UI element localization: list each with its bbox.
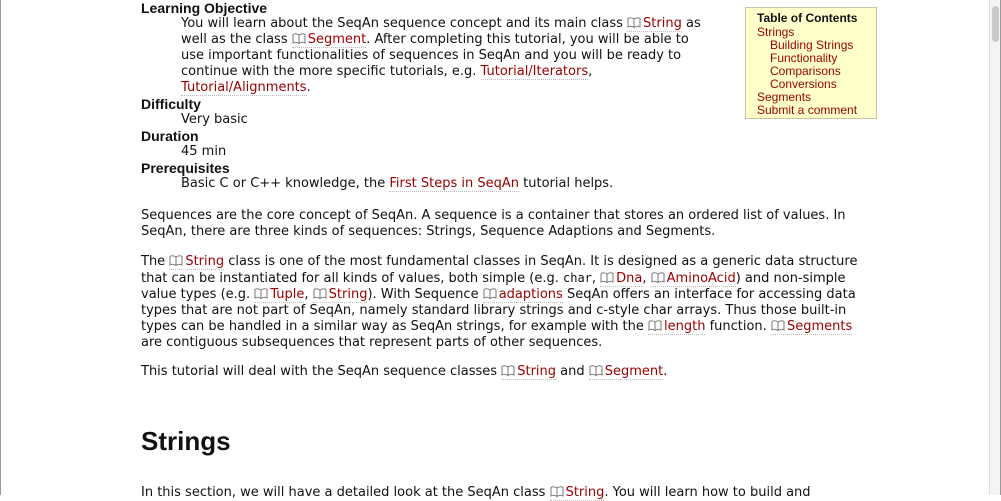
text: . You will learn how to build and — [604, 485, 811, 500]
tuple-link[interactable]: Tuple — [254, 287, 305, 303]
book-icon — [648, 320, 662, 331]
link-text: String — [565, 485, 605, 500]
book-icon — [627, 17, 641, 28]
prerequisites-label: Prerequisites — [141, 160, 230, 176]
string-link[interactable]: String — [627, 16, 682, 32]
sequences-paragraph: Sequences are the core concept of SeqAn.… — [141, 208, 846, 239]
book-icon — [771, 320, 785, 331]
segment-link[interactable]: Segment — [291, 32, 367, 48]
objective-text: You will learn about the SeqAn sequence … — [181, 16, 711, 96]
book-icon — [600, 272, 614, 283]
duration-value: 45 min — [181, 144, 227, 159]
book-icon — [313, 288, 327, 299]
vertical-scrollbar[interactable] — [989, 0, 1000, 495]
strings-heading: Strings — [141, 426, 231, 456]
text: tutorial helps. — [519, 176, 614, 191]
text: . — [306, 80, 311, 95]
segment-link[interactable]: Segment — [588, 364, 664, 380]
text: This tutorial will deal with the SeqAn s… — [141, 364, 502, 379]
text: Basic C or C++ knowledge, the — [181, 176, 390, 191]
first-steps-link[interactable]: First Steps in SeqAn — [389, 176, 520, 192]
link-text: adaptions — [498, 287, 563, 302]
link-text: Segments — [786, 319, 853, 334]
text: function. — [705, 319, 771, 334]
text: The — [141, 254, 170, 269]
segments-link[interactable]: Segments — [770, 319, 853, 335]
text: ). With Sequence — [367, 287, 483, 302]
string-link[interactable]: String — [169, 254, 225, 270]
tutorial-scope-paragraph: This tutorial will deal with the SeqAn s… — [141, 364, 873, 380]
scrollbar-thumb[interactable] — [992, 6, 999, 42]
duration-label: Duration — [141, 128, 199, 144]
prerequisites-text: Basic C or C++ knowledge, the First Step… — [181, 176, 873, 192]
length-link[interactable]: length — [648, 319, 706, 335]
aminoacid-link[interactable]: AminoAcid — [650, 271, 736, 287]
text: , — [304, 287, 313, 302]
text: , — [591, 271, 601, 286]
book-icon — [292, 33, 306, 44]
link-text: Dna — [616, 271, 643, 286]
book-icon — [550, 486, 564, 497]
adaptions-link[interactable]: adaptions — [482, 287, 563, 303]
string-link[interactable]: String — [501, 364, 557, 380]
text: are contiguous subsequences that represe… — [141, 335, 603, 350]
text: , — [588, 64, 593, 79]
toc-title: Table of Contents — [757, 11, 858, 25]
book-icon — [651, 272, 665, 283]
book-icon — [501, 365, 515, 376]
window-left-border — [0, 0, 1, 495]
link-text: String — [643, 16, 682, 31]
text: . — [663, 364, 668, 379]
strings-intro-paragraph: In this section, we will have a detailed… — [141, 485, 873, 501]
link-text: String — [517, 364, 557, 379]
text: In this section, we will have a detailed… — [141, 485, 550, 500]
link-text: AminoAcid — [666, 271, 736, 286]
link-text: String — [328, 287, 368, 302]
book-icon — [169, 255, 183, 266]
dna-link[interactable]: Dna — [600, 271, 643, 287]
book-icon — [254, 288, 268, 299]
link-text: Tuple — [270, 287, 305, 302]
book-icon — [483, 288, 497, 299]
char-code: char — [563, 271, 592, 285]
link-text: Segment — [307, 32, 367, 47]
link-text: Segment — [604, 364, 664, 379]
text: , — [642, 271, 651, 286]
tutorial-iterators-link[interactable]: Tutorial/Iterators — [480, 64, 589, 80]
link-text: length — [664, 319, 706, 334]
link-text: String — [185, 254, 225, 269]
text: You will learn about the SeqAn sequence … — [181, 16, 628, 31]
string-link[interactable]: String — [549, 485, 605, 501]
book-icon — [589, 365, 603, 376]
table-of-contents: Table of Contents Strings Building Strin… — [745, 7, 877, 119]
toc-item-submit-comment[interactable]: Submit a comment — [757, 104, 876, 117]
string-class-paragraph: The String class is one of the most fund… — [141, 254, 873, 351]
tutorial-alignments-link[interactable]: Tutorial/Alignments — [181, 80, 307, 96]
string-link[interactable]: String — [312, 287, 368, 303]
text: and — [556, 364, 589, 379]
